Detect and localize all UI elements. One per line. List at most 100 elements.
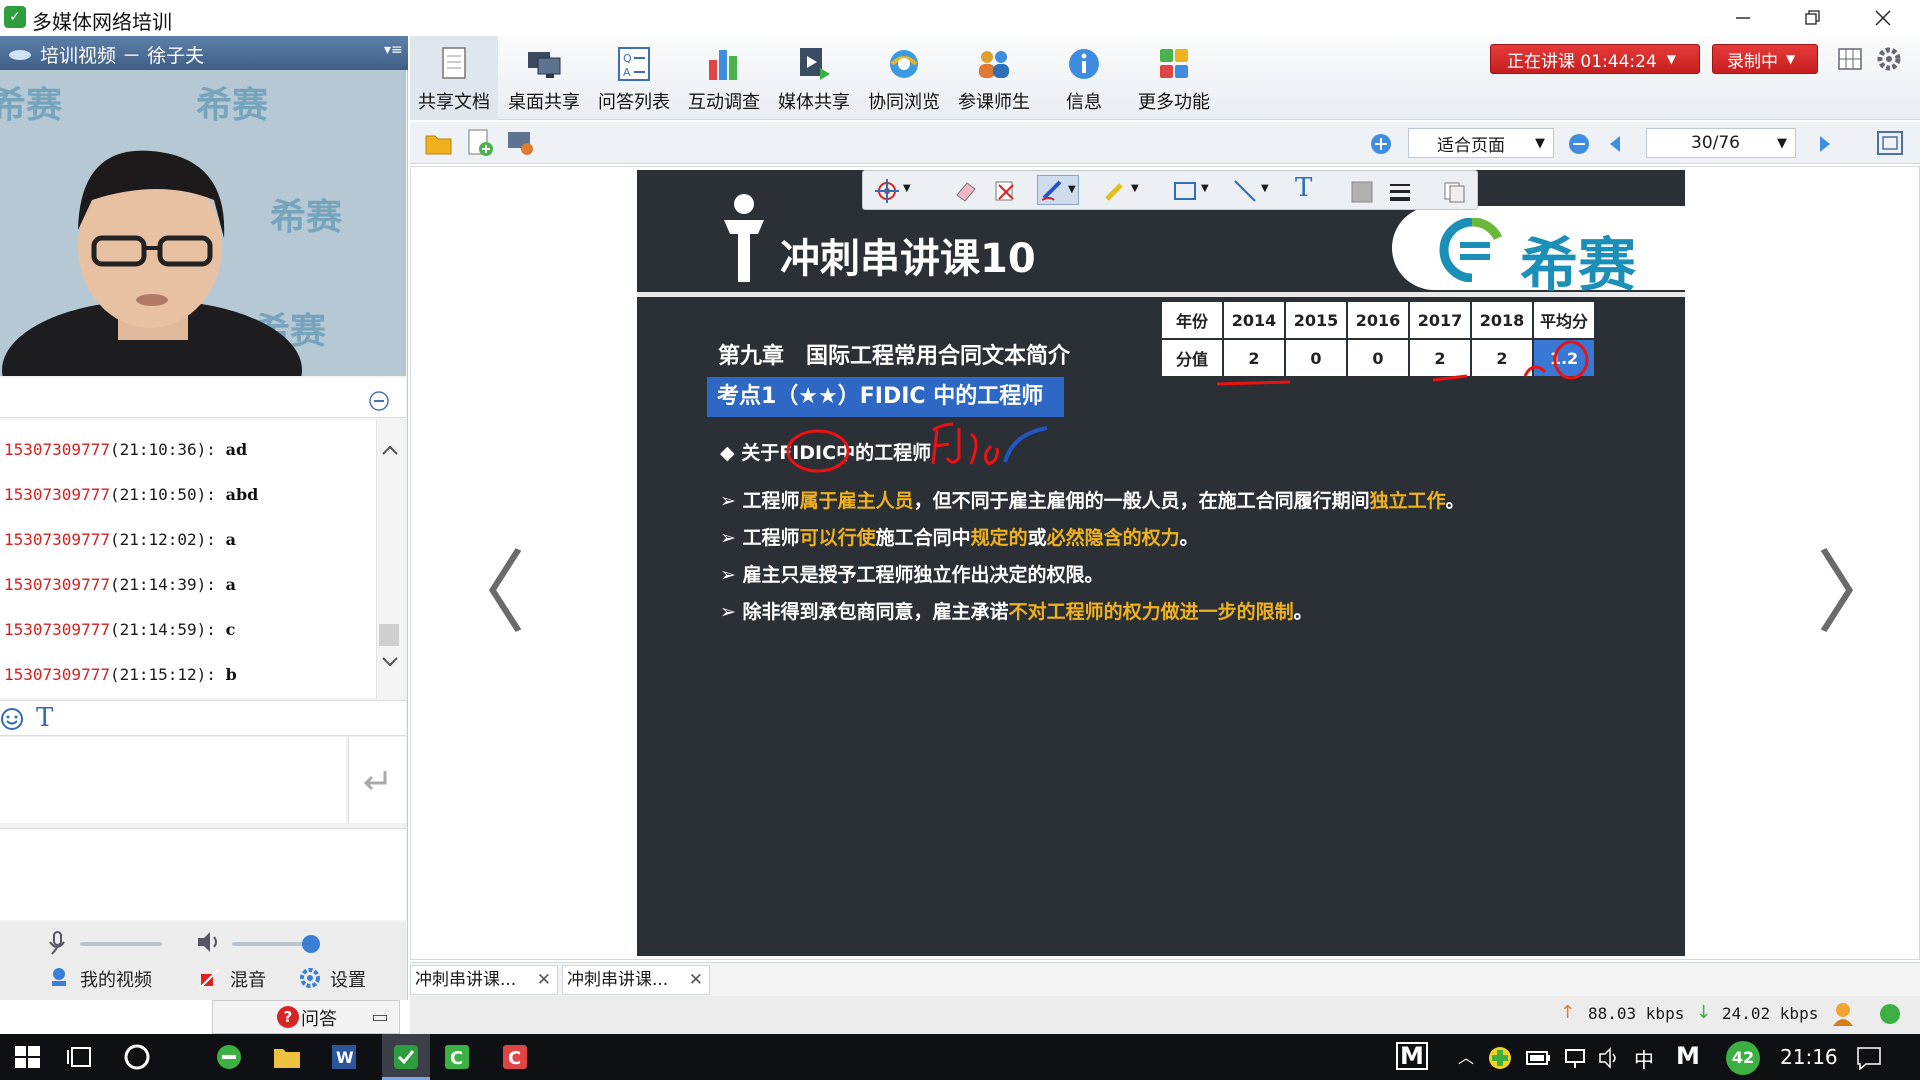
- my-video-button[interactable]: 我的视频: [80, 966, 152, 992]
- svg-text:W: W: [336, 1048, 354, 1067]
- color-swatch-icon[interactable]: [1351, 181, 1373, 203]
- mix-button[interactable]: 混音: [230, 966, 266, 992]
- previous-slide-arrow[interactable]: 〈: [436, 520, 526, 650]
- chevron-down-icon: [382, 657, 398, 667]
- red-c-app-icon[interactable]: C: [498, 1040, 532, 1074]
- line-icon[interactable]: [1233, 179, 1257, 203]
- window-title: 多媒体网络培训: [32, 10, 172, 34]
- slide-divider: [637, 292, 1685, 297]
- microphone-icon[interactable]: [46, 930, 68, 956]
- dropdown-icon[interactable]: ▼: [903, 183, 911, 194]
- question-icon: ?: [277, 1006, 299, 1028]
- more-features-button[interactable]: 更多功能: [1130, 36, 1218, 120]
- tab-document-2[interactable]: 冲刺串讲课... ✕: [562, 965, 710, 995]
- title-bar: [0, 0, 1920, 36]
- tab-qa[interactable]: ? 问答: [212, 1000, 400, 1034]
- windows-start-icon[interactable]: [10, 1040, 44, 1074]
- page-select[interactable]: 30/76 ▼: [1646, 128, 1796, 158]
- settings-button[interactable]: 设置: [330, 966, 366, 992]
- gear-icon[interactable]: [298, 966, 322, 990]
- folder-icon[interactable]: [270, 1040, 304, 1074]
- word-icon[interactable]: W: [326, 1040, 360, 1074]
- recording-button[interactable]: 录制中 ▼: [1712, 44, 1818, 74]
- xisai-logo-icon: [1439, 218, 1503, 282]
- taskbar-active-app[interactable]: [382, 1034, 430, 1080]
- browser-icon[interactable]: [212, 1040, 246, 1074]
- screenshot-icon[interactable]: [506, 128, 536, 158]
- live-status-button[interactable]: 正在讲课 01:44:24 ▼: [1490, 44, 1700, 74]
- clear-icon[interactable]: [993, 179, 1017, 203]
- new-document-icon[interactable]: [466, 128, 494, 158]
- folder-open-icon[interactable]: [424, 130, 454, 156]
- close-icon[interactable]: ✕: [537, 966, 551, 994]
- ime-indicator[interactable]: 中: [1634, 1044, 1654, 1073]
- tray-app-icon[interactable]: [1488, 1046, 1512, 1070]
- emoji-icon[interactable]: [0, 707, 24, 731]
- media-share-button[interactable]: 媒体共享: [770, 36, 858, 120]
- copy-icon[interactable]: [1443, 181, 1467, 203]
- highlighter-icon[interactable]: [1103, 179, 1127, 203]
- scroll-thumb[interactable]: [379, 624, 399, 646]
- chat-scrollbar[interactable]: [376, 420, 402, 698]
- minimize-panel-icon[interactable]: [373, 1015, 387, 1021]
- green-c-app-icon[interactable]: C: [440, 1040, 474, 1074]
- minimize-button[interactable]: [1712, 0, 1774, 36]
- close-button[interactable]: [1852, 0, 1914, 36]
- dropdown-icon[interactable]: ▼: [1131, 183, 1139, 194]
- mic-volume-slider[interactable]: [80, 942, 162, 946]
- chevron-down-icon: ▼: [1535, 135, 1545, 151]
- action-center-icon[interactable]: [1856, 1046, 1882, 1070]
- volume-icon[interactable]: [1598, 1046, 1622, 1070]
- participants-button[interactable]: 参课师生: [950, 36, 1038, 120]
- panel-menu-icon[interactable]: ▾≡: [384, 42, 403, 58]
- m-tray-icon[interactable]: M: [1676, 1042, 1700, 1070]
- people-icon: [979, 51, 1009, 78]
- share-document-button[interactable]: 共享文档: [410, 36, 498, 120]
- send-button[interactable]: [348, 737, 406, 823]
- restore-button[interactable]: [1782, 0, 1844, 36]
- pen-tool-button[interactable]: ▼: [1037, 175, 1079, 205]
- zoom-out-icon[interactable]: [1568, 133, 1590, 155]
- pointer-icon[interactable]: [875, 179, 899, 203]
- survey-button[interactable]: 互动调查: [680, 36, 768, 120]
- speaker-volume-knob[interactable]: [302, 935, 320, 953]
- network-icon[interactable]: [1564, 1046, 1588, 1070]
- tab-document-1[interactable]: 冲刺串讲课... ✕: [410, 965, 558, 995]
- clock[interactable]: 21:16: [1780, 1045, 1838, 1069]
- desktop-share-button[interactable]: 桌面共享: [500, 36, 588, 120]
- app-icon[interactable]: [120, 1040, 154, 1074]
- camera-icon[interactable]: [48, 966, 70, 988]
- fullscreen-icon[interactable]: [1876, 130, 1904, 156]
- chat-input[interactable]: [0, 737, 346, 823]
- notification-badge[interactable]: 42: [1726, 1041, 1760, 1075]
- qa-list-button[interactable]: QA 问答列表: [590, 36, 678, 120]
- next-page-icon[interactable]: [1818, 134, 1832, 154]
- zoom-select[interactable]: 适合页面 ▼: [1408, 128, 1554, 158]
- user-status-icon[interactable]: [1830, 1000, 1856, 1028]
- close-icon[interactable]: ✕: [689, 966, 703, 994]
- previous-page-icon[interactable]: [1608, 134, 1622, 154]
- battery-icon[interactable]: [1526, 1048, 1552, 1068]
- mute-mix-icon[interactable]: [198, 968, 220, 990]
- co-browse-button[interactable]: 协同浏览: [860, 36, 948, 120]
- toolbar-label: 信息: [1066, 92, 1102, 113]
- speaker-icon[interactable]: [196, 930, 222, 954]
- zoom-in-icon[interactable]: [1370, 133, 1392, 155]
- info-button[interactable]: 信息: [1040, 36, 1128, 120]
- font-format-icon[interactable]: T: [36, 703, 53, 733]
- rectangle-icon[interactable]: [1173, 179, 1197, 203]
- task-view-icon[interactable]: [64, 1040, 98, 1074]
- collapse-icon[interactable]: [368, 390, 390, 412]
- dropdown-icon[interactable]: ▼: [1261, 183, 1269, 194]
- gear-icon[interactable]: [1876, 46, 1902, 72]
- speaker-volume-slider[interactable]: [232, 942, 312, 946]
- tray-expand-icon[interactable]: ︿: [1458, 1044, 1474, 1068]
- layout-icon[interactable]: [1838, 48, 1862, 70]
- line-width-icon[interactable]: [1389, 181, 1411, 203]
- text-tool-icon[interactable]: T: [1295, 173, 1312, 203]
- notes-area[interactable]: [0, 828, 406, 920]
- eraser-icon[interactable]: [953, 179, 979, 203]
- next-slide-arrow[interactable]: 〉: [1816, 520, 1906, 650]
- dropdown-icon[interactable]: ▼: [1201, 183, 1209, 194]
- m-app-icon[interactable]: M: [1396, 1042, 1428, 1070]
